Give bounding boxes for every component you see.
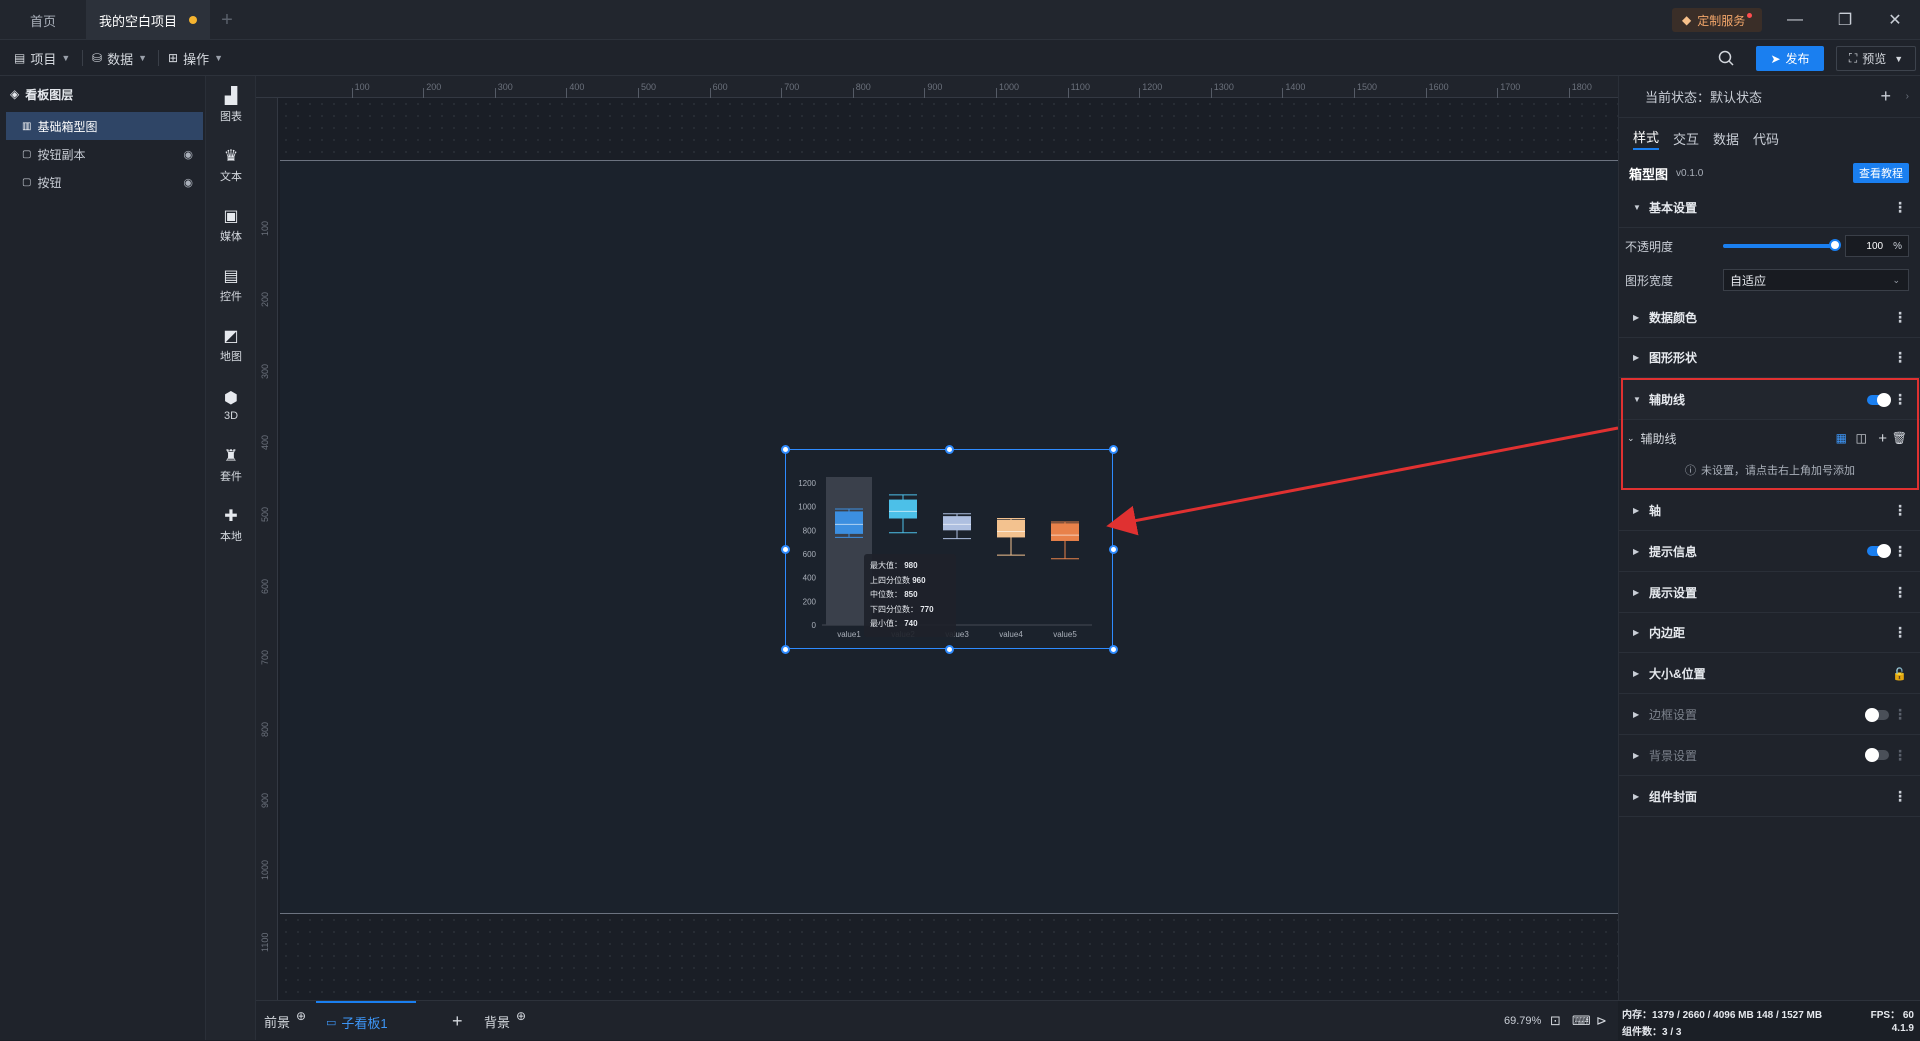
panel-tabs: 样式 交互 数据 代码	[1633, 118, 1779, 158]
tutorial-button[interactable]: 查看教程	[1853, 163, 1909, 183]
add-state-icon[interactable]: +	[1880, 86, 1891, 107]
section-label: 数据颜色	[1649, 311, 1698, 325]
section-label: 基本设置	[1649, 201, 1698, 215]
opacity-row: 不透明度 100 %	[1619, 229, 1920, 263]
zoom-level: 69.79%	[1504, 1015, 1542, 1027]
opacity-unit: %	[1893, 240, 1902, 252]
more-icon[interactable]: ⋮	[1893, 584, 1907, 601]
caret-right-icon: ▶	[1633, 669, 1640, 679]
more-icon[interactable]: ⋮	[1893, 199, 1907, 216]
opacity-input[interactable]: 100 %	[1845, 235, 1909, 257]
caret-right-icon: ▶	[1633, 710, 1640, 719]
section-toggle[interactable]	[1867, 544, 1891, 559]
keyboard-icon[interactable]: ⌨	[1572, 1001, 1591, 1041]
section-4[interactable]: ▶ 大小&位置 🔓	[1619, 654, 1920, 695]
section-1[interactable]: ▶ 提示信息 ⋮	[1619, 532, 1920, 572]
section-6[interactable]: ▶ 背景设置 ⋮	[1619, 736, 1920, 776]
current-state: 当前状态：默认状态	[1645, 90, 1763, 105]
more-icon[interactable]: ⋮	[1893, 349, 1907, 366]
component-version: v0.1.0	[1676, 167, 1704, 179]
app-version: 4.1.9	[1891, 1023, 1914, 1034]
more-icon[interactable]: ⋮	[1893, 747, 1907, 764]
section-toggle[interactable]	[1865, 748, 1889, 763]
tab-code[interactable]: 代码	[1753, 129, 1779, 148]
section-label: 提示信息	[1649, 544, 1698, 559]
fit-screen-icon[interactable]: ⊡	[1550, 1001, 1561, 1041]
caret-right-icon: ▶	[1633, 353, 1640, 362]
section-7[interactable]: ▶ 组件封面 ⋮	[1619, 777, 1920, 817]
tab-style[interactable]: 样式	[1633, 127, 1660, 150]
width-select[interactable]: 自适应 ⌄	[1723, 269, 1909, 291]
tab-subboard[interactable]: ▭ 子看板1	[316, 1001, 416, 1041]
memory-status: 内存：1379 / 2660 / 4096 MB 148 / 1527 MB	[1622, 1010, 1823, 1021]
board-tabs-bar: 前景 ⊕ ▭ 子看板1 + 背景 ⊕ 69.79% ⊡ ⌨ ⊳	[256, 1000, 1618, 1040]
section-shape[interactable]: ▶ 图形形状 ⋮	[1619, 338, 1920, 378]
caret-right-icon: ▶	[1633, 506, 1640, 515]
more-icon[interactable]: ⋮	[1893, 624, 1907, 641]
state-row: 当前状态：默认状态 + ›	[1619, 76, 1920, 118]
fps-status: FPS： 60	[1870, 1010, 1914, 1021]
monitor-icon: ▭	[326, 1016, 337, 1029]
status-bar: 内存：1379 / 2660 / 4096 MB 148 / 1527 MB F…	[1618, 1000, 1920, 1040]
add-circle-icon[interactable]: ⊕	[296, 1009, 306, 1023]
opacity-slider-knob[interactable]	[1829, 239, 1841, 251]
more-icon[interactable]: ⋮	[1893, 309, 1907, 326]
component-header: 箱型图 v0.1.0 查看教程	[1619, 158, 1920, 188]
section-basic[interactable]: ▼ 基本设置 ⋮	[1619, 188, 1920, 228]
section-label: 背景设置	[1649, 748, 1698, 763]
tab-interaction[interactable]: 交互	[1673, 129, 1699, 148]
caret-right-icon: ▶	[1633, 546, 1640, 556]
more-icon[interactable]: ⋮	[1893, 706, 1907, 723]
opacity-value: 100	[1866, 240, 1884, 252]
section-label: 大小&位置	[1649, 667, 1706, 682]
width-value: 自适应	[1730, 273, 1767, 288]
component-name: 箱型图	[1629, 166, 1669, 182]
opacity-label: 不透明度	[1625, 239, 1674, 254]
caret-right-icon: ▶	[1633, 791, 1640, 801]
more-icon[interactable]: ⋮	[1893, 502, 1907, 519]
more-icon[interactable]: ⋮	[1893, 788, 1907, 805]
subboard-label: 子看板1	[341, 1015, 388, 1031]
width-label: 图形宽度	[1625, 273, 1674, 288]
section-2[interactable]: ▶ 展示设置 ⋮	[1619, 573, 1920, 613]
section-label: 组件封面	[1649, 789, 1698, 804]
properties-panel: 当前状态：默认状态 + › 样式 交互 数据 代码 箱型图 v0.1.0 查看教…	[1618, 76, 1920, 1000]
section-toggle[interactable]	[1865, 707, 1889, 722]
section-5[interactable]: ▶ 边框设置 ⋮	[1619, 695, 1920, 735]
section-0[interactable]: ▶ 轴 ⋮	[1619, 491, 1920, 531]
annotation-arrow	[1106, 426, 1619, 536]
section-label: 轴	[1649, 504, 1662, 518]
section-label: 边框设置	[1649, 708, 1698, 722]
add-board-button[interactable]: +	[452, 1001, 463, 1041]
section-label: 图形形状	[1649, 351, 1698, 365]
tab-background[interactable]: 背景 ⊕	[484, 1001, 526, 1041]
more-icon[interactable]: ⋮	[1893, 543, 1907, 560]
opacity-slider-fill	[1723, 244, 1835, 248]
caret-right-icon: ▶	[1633, 587, 1640, 597]
section-data-color[interactable]: ▶ 数据颜色 ⋮	[1619, 298, 1920, 338]
section-label: 内边距	[1649, 626, 1686, 641]
highlight-box	[1621, 378, 1919, 490]
terminal-icon[interactable]: ⊳	[1596, 1001, 1607, 1041]
tab-data[interactable]: 数据	[1713, 129, 1739, 148]
opacity-slider[interactable]	[1723, 239, 1841, 251]
section-3[interactable]: ▶ 内边距 ⋮	[1619, 613, 1920, 654]
component-count: 组件数：3 / 3	[1622, 1027, 1682, 1038]
chevron-right-icon[interactable]: ›	[1906, 91, 1909, 102]
caret-right-icon: ▶	[1633, 628, 1640, 638]
add-circle-icon[interactable]: ⊕	[516, 1009, 526, 1023]
tab-foreground[interactable]: 前景 ⊕	[264, 1001, 306, 1041]
caret-down-icon: ▼	[1633, 203, 1641, 212]
caret-right-icon: ▶	[1633, 750, 1640, 760]
section-label: 展示设置	[1649, 585, 1698, 600]
caret-right-icon: ▶	[1633, 313, 1640, 322]
foreground-label: 前景	[264, 1014, 291, 1030]
background-label: 背景	[484, 1014, 511, 1030]
lock-icon[interactable]: 🔓	[1892, 667, 1907, 681]
width-row: 图形宽度 自适应 ⌄	[1619, 263, 1920, 297]
chevron-down-icon: ⌄	[1892, 274, 1900, 285]
